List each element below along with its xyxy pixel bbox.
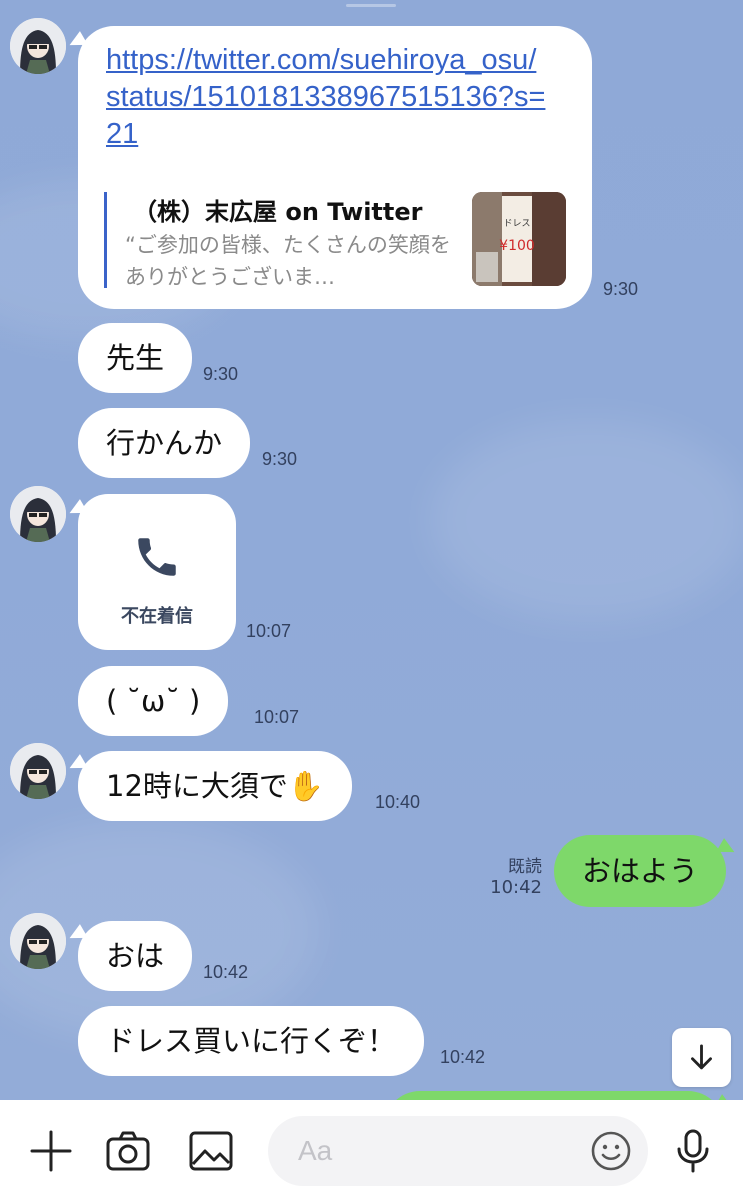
svg-text:ドレス: ドレス <box>503 219 530 229</box>
tweet-link[interactable]: https://twitter.com/suehiroya_osu/status… <box>106 42 546 153</box>
message-bubble[interactable]: 行かんか <box>78 408 251 478</box>
message-time: 9:30 <box>203 364 239 384</box>
message-time: 10:42 <box>203 962 249 982</box>
missed-call-label: 不在着信 <box>121 606 193 627</box>
contact-avatar[interactable] <box>10 18 66 74</box>
missed-call-bubble[interactable]: 不在着信 <box>78 494 236 650</box>
message-time: 9:30 <box>603 279 639 299</box>
scroll-indicator <box>346 4 396 7</box>
preview-thumbnail: ドレス ¥100 <box>472 192 566 286</box>
link-preview-card[interactable]: （株）末広屋 on Twitter “ご参加の皆様、たくさんの笑顔をありがとうご… <box>104 192 566 289</box>
message-bubble[interactable]: ( ˘ω˘ ) <box>78 666 229 736</box>
phone-icon <box>138 538 176 576</box>
background-cloud <box>430 420 743 620</box>
message-time: 10:42 <box>440 1047 486 1067</box>
message-time: 10:42 <box>490 877 542 898</box>
preview-title: （株）末広屋 on Twitter <box>133 198 423 226</box>
message-bubble[interactable]: ドレス買いに行くぞ！ <box>78 1006 425 1076</box>
contact-avatar[interactable] <box>10 913 66 969</box>
message-bubble[interactable]: おは <box>78 921 193 991</box>
outgoing-message-bubble-partial[interactable] <box>384 1091 724 1100</box>
input-bar <box>0 1100 743 1200</box>
message-time: 9:30 <box>262 449 298 469</box>
outgoing-message-bubble[interactable]: おはよう <box>554 835 727 907</box>
camera-icon[interactable] <box>105 1128 151 1174</box>
message-time: 10:07 <box>254 707 300 727</box>
arrow-down-icon <box>691 1044 712 1070</box>
microphone-icon[interactable] <box>670 1128 716 1174</box>
chat-area[interactable]: https://twitter.com/suehiroya_osu/status… <box>0 0 743 1100</box>
message-time: 10:07 <box>246 621 292 641</box>
read-receipt: 既読 <box>508 857 542 877</box>
plus-icon[interactable] <box>28 1128 74 1174</box>
message-time: 10:40 <box>375 792 421 812</box>
contact-avatar[interactable] <box>10 486 66 542</box>
image-icon[interactable] <box>188 1128 234 1174</box>
emoji-icon[interactable] <box>590 1130 632 1172</box>
contact-avatar[interactable] <box>10 743 66 799</box>
scroll-to-bottom-button[interactable] <box>672 1028 731 1087</box>
link-message-bubble[interactable]: https://twitter.com/suehiroya_osu/status… <box>78 26 592 309</box>
preview-description: “ご参加の皆様、たくさんの笑顔をありがとうございま… <box>125 233 451 289</box>
message-bubble[interactable]: 12時に大須で✋ <box>78 751 353 821</box>
svg-text:¥100: ¥100 <box>499 238 535 254</box>
message-bubble[interactable]: 先生 <box>78 323 193 393</box>
